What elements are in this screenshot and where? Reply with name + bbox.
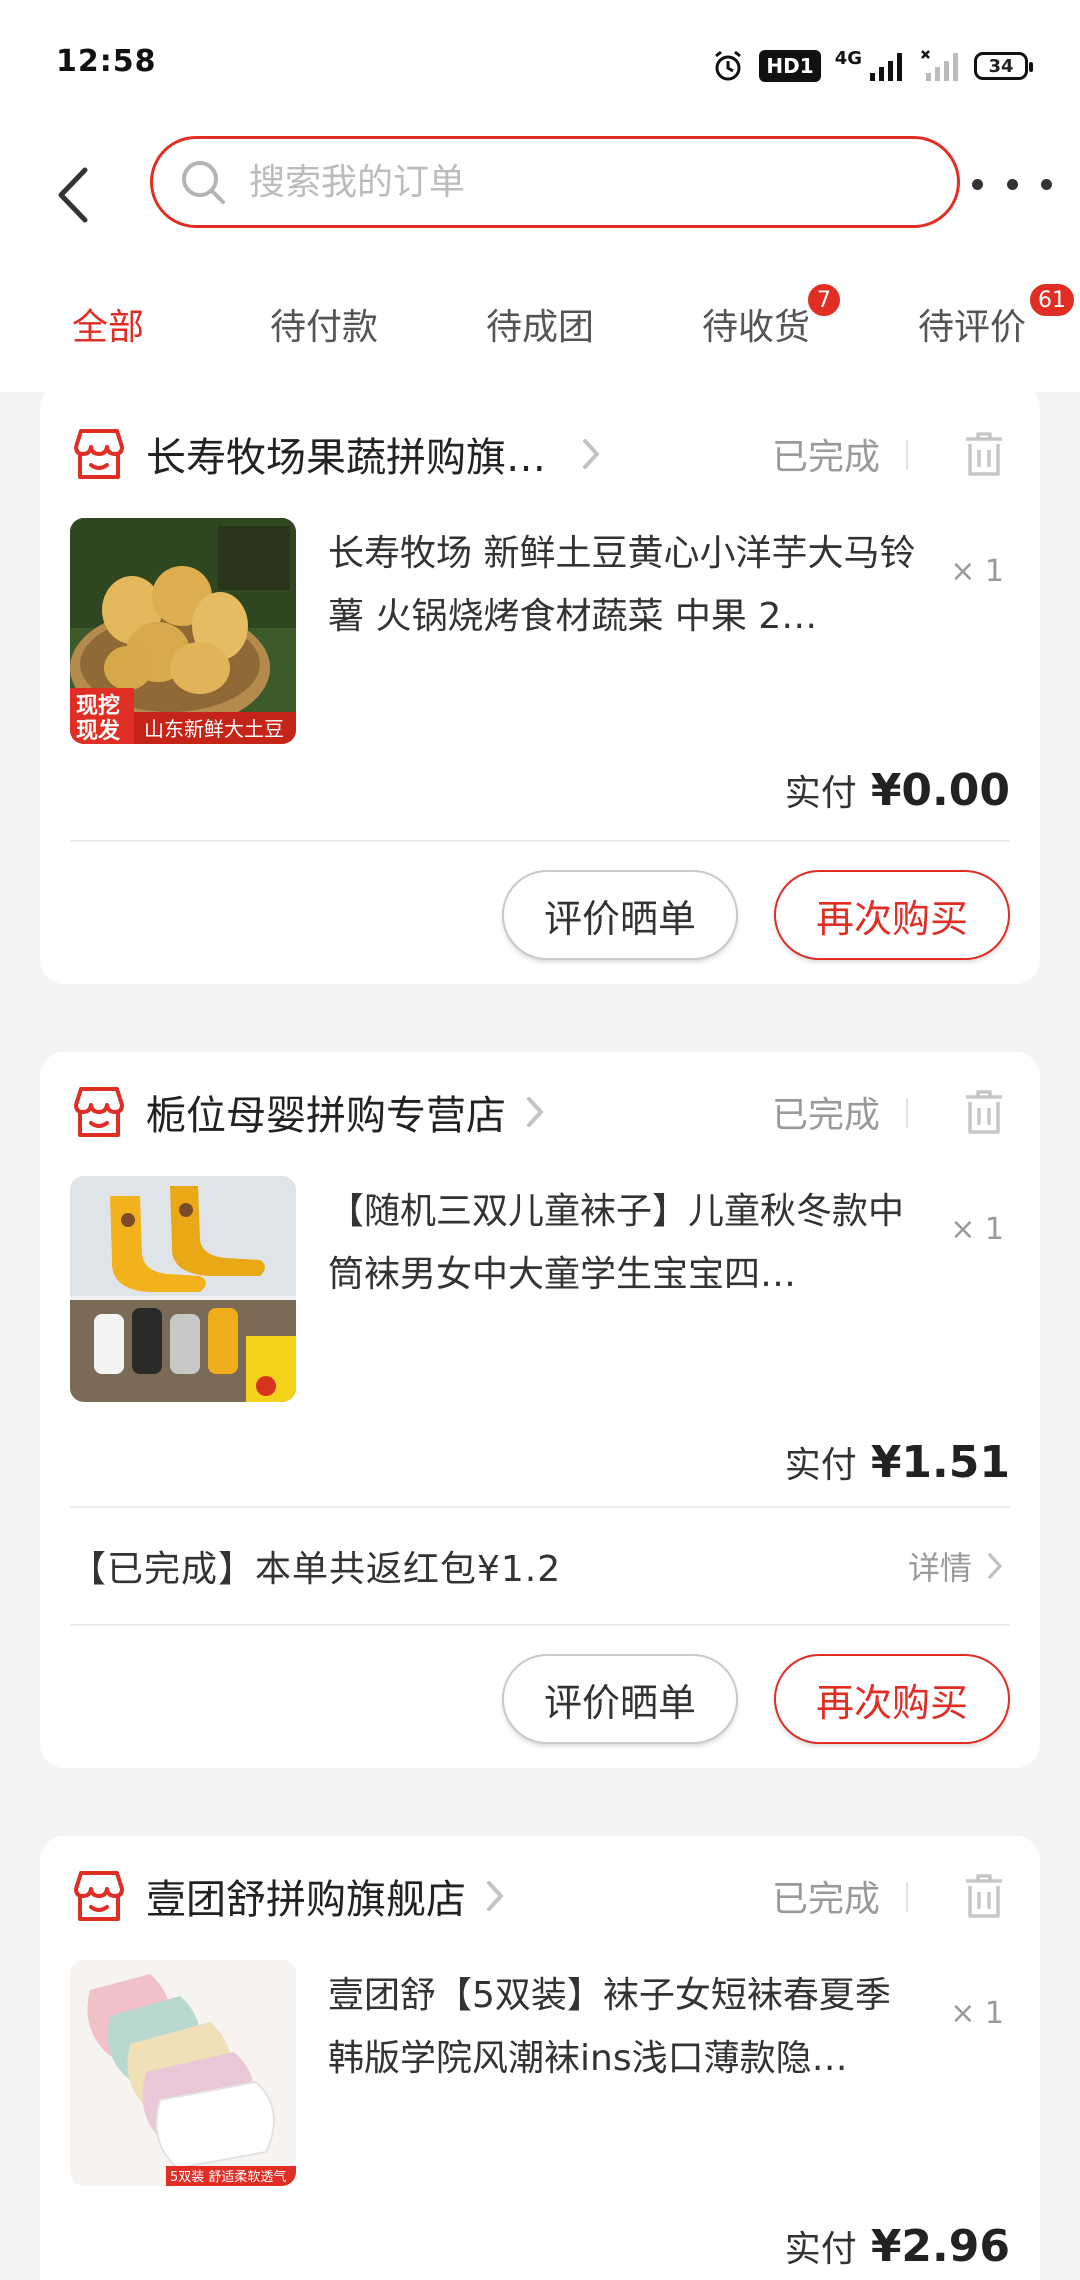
product-title[interactable]: 长寿牧场 新鲜土豆黄心小洋芋大马铃薯 火锅烧烤食材蔬菜 中果 2… <box>328 522 918 648</box>
tab-label: 待评价 <box>917 307 1026 348</box>
divider <box>906 1098 908 1128</box>
tab-pending-payment[interactable]: 待付款 <box>216 260 432 392</box>
product-quantity: × 1 <box>950 1996 1004 2031</box>
product-thumbnail[interactable]: 5双装 舒适柔软透气 <box>70 1960 296 2186</box>
status-bar: 12:58 HD1 4G 34 <box>0 0 1080 130</box>
divider <box>906 1882 908 1912</box>
signal-icon <box>870 53 902 81</box>
tab-pending-receipt[interactable]: 待收货 7 <box>648 260 864 392</box>
chevron-right-icon[interactable] <box>524 1094 546 1130</box>
tab-label: 待付款 <box>269 307 378 348</box>
paid-total: 实付 ¥0.00 <box>785 764 1010 816</box>
paid-amount: ¥2.96 <box>870 2221 1010 2272</box>
order-card-header: 长寿牧场果蔬拼购旗… 已完成 <box>70 424 1010 484</box>
chevron-right-icon[interactable] <box>484 1878 506 1914</box>
more-dot <box>972 178 983 190</box>
status-icons: HD1 4G 34 <box>711 46 1033 86</box>
delete-icon[interactable] <box>962 430 1006 478</box>
order-card: 栀位母婴拼购专营店 已完成 【随机三双儿童袜子】儿童秋冬款中筒袜男女中大童学生宝… <box>40 1052 1040 1768</box>
divider <box>70 840 1010 842</box>
paid-amount: ¥1.51 <box>870 1437 1010 1488</box>
status-time: 12:58 <box>56 44 157 79</box>
order-actions: 评价晒单 再次购买 <box>502 1654 1010 1744</box>
product-quantity: × 1 <box>950 1212 1004 1247</box>
refund-text: 【已完成】本单共返红包¥1.2 <box>70 1549 562 1590</box>
delete-icon[interactable] <box>962 1088 1006 1136</box>
product-title[interactable]: 壹团舒【5双装】袜子女短袜春夏季韩版学院风潮袜ins浅口薄款隐… <box>328 1964 918 2090</box>
women-socks-image: 5双装 舒适柔软透气 <box>70 1960 296 2186</box>
rebuy-button[interactable]: 再次购买 <box>774 1654 1010 1744</box>
paid-label: 实付 <box>784 2229 857 2270</box>
search-box[interactable] <box>150 136 960 228</box>
tab-pending-group[interactable]: 待成团 <box>432 260 648 392</box>
order-product[interactable]: 【随机三双儿童袜子】儿童秋冬款中筒袜男女中大童学生宝宝四… × 1 <box>70 1176 1010 1402</box>
paid-amount: ¥0.00 <box>870 765 1010 816</box>
back-button[interactable] <box>42 150 102 240</box>
network-type: 4G <box>834 47 862 69</box>
tab-label: 待收货 <box>701 307 810 348</box>
order-card: 壹团舒拼购旗舰店 已完成 5双装 舒适柔软透气 壹团舒【5双装】袜子女短袜春夏季… <box>40 1836 1040 2280</box>
refund-detail-link[interactable]: 详情 <box>908 1543 1004 1589</box>
review-button[interactable]: 评价晒单 <box>502 870 738 960</box>
store-icon <box>74 1871 124 1921</box>
more-button[interactable] <box>972 154 1052 214</box>
order-product[interactable]: 5双装 舒适柔软透气 壹团舒【5双装】袜子女短袜春夏季韩版学院风潮袜ins浅口薄… <box>70 1960 1010 2186</box>
thumb-banner: 5双装 舒适柔软透气 <box>170 2169 286 2185</box>
thumb-banner-left-line: 现挖 <box>76 693 120 719</box>
header <box>0 130 1080 260</box>
shop-name[interactable]: 壹团舒拼购旗舰店 <box>146 1867 466 1925</box>
tab-pending-review[interactable]: 待评价 61 <box>864 260 1080 392</box>
paid-label: 实付 <box>784 1445 857 1486</box>
order-actions: 评价晒单 再次购买 <box>502 870 1010 960</box>
paid-label: 实付 <box>784 773 857 814</box>
paid-total: 实付 ¥2.96 <box>785 2220 1010 2272</box>
order-card-header: 栀位母婴拼购专营店 已完成 <box>70 1082 1010 1142</box>
alarm-icon <box>715 50 742 81</box>
shop-name[interactable]: 栀位母婴拼购专营店 <box>146 1083 506 1141</box>
order-card: 长寿牧场果蔬拼购旗… 已完成 现挖 现发 山东新鲜大土豆 长寿牧场 新鲜土豆黄心… <box>40 384 1040 984</box>
product-title[interactable]: 【随机三双儿童袜子】儿童秋冬款中筒袜男女中大童学生宝宝四… <box>328 1180 918 1306</box>
order-card-header: 壹团舒拼购旗舰店 已完成 <box>70 1866 1010 1926</box>
potato-image: 现挖 现发 山东新鲜大土豆 <box>70 518 296 744</box>
search-input[interactable] <box>249 161 889 203</box>
thumb-banner-right: 山东新鲜大土豆 <box>144 717 284 741</box>
divider <box>70 1624 1010 1626</box>
back-arrow-icon <box>58 167 88 223</box>
order-status: 已完成 <box>771 437 880 478</box>
product-thumbnail[interactable] <box>70 1176 296 1402</box>
tab-label: 全部 <box>71 307 144 348</box>
order-tabs: 全部 待付款 待成团 待收货 7 待评价 61 <box>0 260 1080 392</box>
rebuy-button[interactable]: 再次购买 <box>774 870 1010 960</box>
tab-count-badge: 61 <box>1028 282 1076 318</box>
chevron-right-icon <box>988 1553 1002 1579</box>
tab-all[interactable]: 全部 <box>0 260 216 392</box>
thumb-banner-left-line: 现发 <box>76 718 121 744</box>
more-dot <box>1041 178 1052 190</box>
product-quantity: × 1 <box>950 554 1004 589</box>
review-button[interactable]: 评价晒单 <box>502 1654 738 1744</box>
order-product[interactable]: 现挖 现发 山东新鲜大土豆 长寿牧场 新鲜土豆黄心小洋芋大马铃薯 火锅烧烤食材蔬… <box>70 518 1010 744</box>
tab-count-badge: 7 <box>806 282 842 318</box>
hd-badge: HD1 <box>759 50 821 82</box>
product-thumbnail[interactable]: 现挖 现发 山东新鲜大土豆 <box>70 518 296 744</box>
store-icon <box>74 1087 124 1137</box>
shop-name[interactable]: 长寿牧场果蔬拼购旗… <box>146 425 546 483</box>
paid-total: 实付 ¥1.51 <box>785 1436 1010 1488</box>
more-dot <box>1006 178 1018 190</box>
battery-indicator: 34 <box>974 52 1033 80</box>
store-icon <box>74 429 124 479</box>
refund-row[interactable]: 【已完成】本单共返红包¥1.2 详情 <box>70 1508 1010 1624</box>
order-status: 已完成 <box>771 1879 880 1920</box>
order-status: 已完成 <box>771 1095 880 1136</box>
detail-label: 详情 <box>907 1549 972 1587</box>
search-icon <box>182 161 225 204</box>
chevron-right-icon[interactable] <box>580 436 602 472</box>
kids-socks-image <box>70 1176 296 1402</box>
signal-no-service-icon <box>921 50 958 81</box>
tab-label: 待成团 <box>485 307 594 348</box>
delete-icon[interactable] <box>962 1872 1006 1920</box>
divider <box>906 440 908 470</box>
